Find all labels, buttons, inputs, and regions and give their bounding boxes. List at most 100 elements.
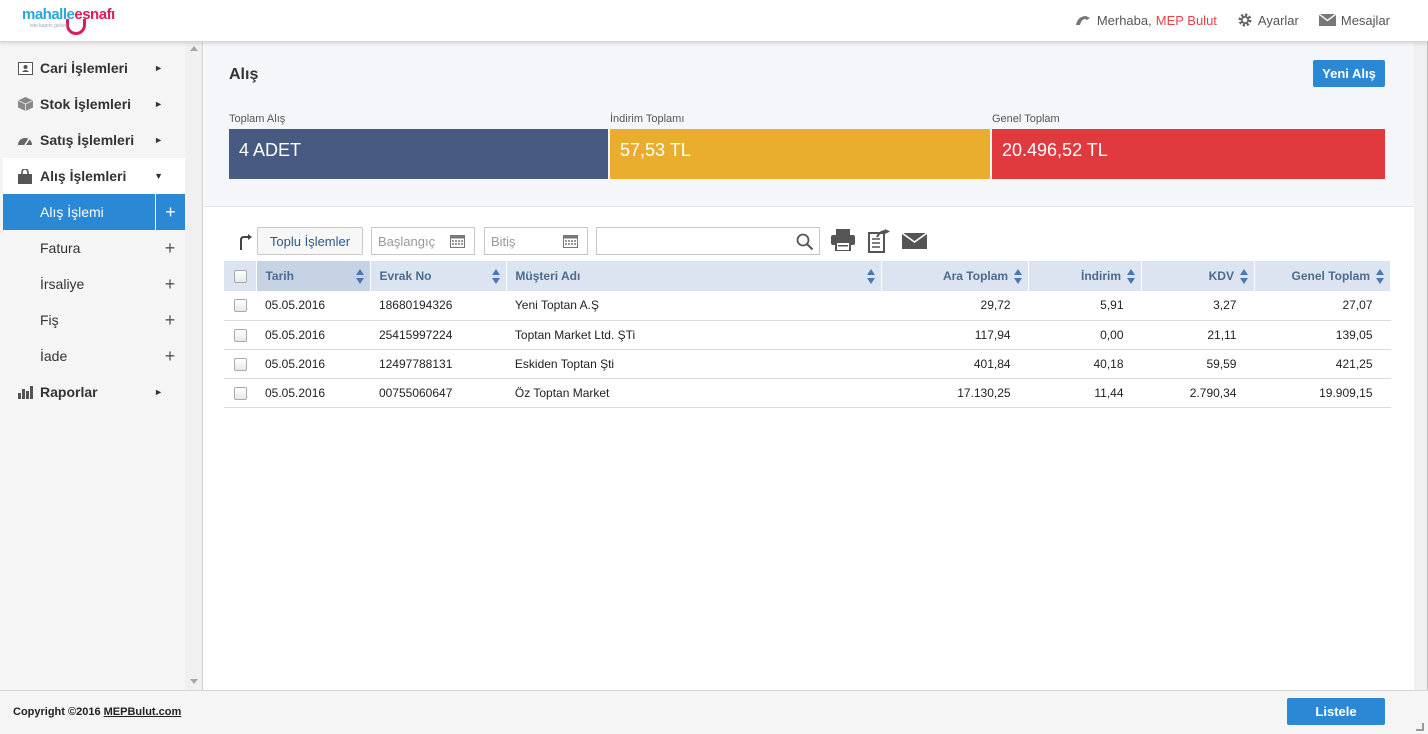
add-icon[interactable]: + — [155, 230, 185, 266]
sidebar-subitem-irsaliye[interactable]: İrsaliye + — [3, 266, 185, 302]
sidebar-subitem-fis[interactable]: Fiş + — [3, 302, 185, 338]
sidebar-item-label: Raporlar — [40, 384, 98, 400]
column-header-subtotal[interactable]: Ara Toplam — [881, 261, 1030, 291]
greeting-text: Merhaba, — [1096, 12, 1152, 28]
summary-panel: Alış Yeni Alış Toplam Alış 4 ADET İndiri… — [204, 42, 1414, 207]
row-checkbox[interactable] — [233, 386, 247, 400]
resize-grip-icon[interactable] — [1416, 723, 1424, 731]
list-button[interactable]: Listele — [1287, 698, 1385, 725]
company-link[interactable]: MEPBulut.com — [104, 706, 182, 718]
select-all-checkbox[interactable] — [233, 270, 247, 284]
row-checkbox[interactable] — [233, 299, 247, 313]
stat-value: 20.496,52 TL — [992, 129, 1385, 179]
brand-logo[interactable]: mahalleesnafı iste kapını gelsin — [22, 6, 122, 36]
settings-link[interactable]: Ayarlar — [1237, 12, 1299, 28]
sidebar-subitem-alis-islemi[interactable]: Alış İşlemi + — [3, 194, 185, 230]
column-label: KDV — [1208, 269, 1234, 283]
table-row[interactable]: 05.05.2016 25415997224 Toptan Market Ltd… — [224, 320, 1391, 350]
chevron-down-icon: ▼ — [154, 171, 163, 181]
sort-icon[interactable] — [1376, 269, 1384, 285]
cell-customer: Öz Toptan Market — [506, 378, 882, 408]
sidebar-item-label: Alış İşlemleri — [40, 168, 127, 184]
export-icon[interactable] — [868, 229, 890, 253]
purchases-table: Tarih Evrak No Müşteri Adı Ara Toplam İn… — [224, 261, 1392, 408]
shopping-bag-icon — [17, 168, 33, 184]
add-icon[interactable]: + — [155, 302, 185, 338]
stat-value: 4 ADET — [229, 129, 608, 179]
sidebar-subitem-label: Alış İşlemi — [40, 204, 104, 220]
user-name: MEP Bulut — [1155, 12, 1217, 28]
copyright-label: Copyright ©2016 — [13, 706, 101, 718]
calendar-icon[interactable] — [563, 234, 578, 248]
sidebar-subitem-label: İrsaliye — [40, 276, 85, 292]
new-purchase-button[interactable]: Yeni Alış — [1313, 60, 1385, 87]
add-icon[interactable]: + — [155, 338, 185, 374]
row-checkbox[interactable] — [233, 357, 247, 371]
chevron-right-icon: ► — [154, 63, 163, 73]
user-hand-icon — [1075, 16, 1090, 25]
sidebar-scrollbar[interactable] — [185, 42, 202, 690]
cell-grand-total: 19.909,15 — [1254, 378, 1391, 408]
row-checkbox[interactable] — [233, 328, 247, 342]
return-arrow-icon[interactable] — [238, 234, 252, 250]
column-header-date[interactable]: Tarih — [256, 261, 372, 291]
stat-label: Toplam Alış — [229, 113, 286, 125]
sidebar-item-label: Cari İşlemleri — [40, 60, 128, 76]
cell-customer: Yeni Toptan A.Ş — [506, 291, 882, 321]
messages-link[interactable]: Mesajlar — [1318, 12, 1390, 28]
scroll-down-icon[interactable] — [190, 679, 198, 684]
messages-label: Mesajlar — [1340, 12, 1390, 28]
cell-subtotal: 401,84 — [881, 349, 1029, 379]
row-checkbox-cell — [224, 291, 257, 321]
table-header-row: Tarih Evrak No Müşteri Adı Ara Toplam İn… — [224, 261, 1392, 291]
column-header-customer[interactable]: Müşteri Adı — [506, 261, 883, 291]
cell-subtotal: 17.130,25 — [881, 378, 1029, 408]
search-input[interactable] — [596, 227, 820, 255]
print-icon[interactable] — [831, 229, 855, 251]
sort-icon[interactable] — [1014, 269, 1023, 285]
sidebar-item-cari[interactable]: Cari İşlemleri ► — [3, 50, 185, 86]
sort-icon[interactable] — [867, 269, 876, 285]
sort-icon[interactable] — [1239, 269, 1248, 285]
column-header-grand-total[interactable]: Genel Toplam — [1254, 261, 1392, 291]
add-icon[interactable]: + — [155, 266, 185, 302]
column-label: Tarih — [265, 269, 294, 283]
cell-vat: 3,27 — [1141, 291, 1255, 321]
cell-document-no: 00755060647 — [370, 378, 507, 408]
sidebar-item-raporlar[interactable]: Raporlar ► — [3, 374, 185, 410]
envelope-icon — [1318, 14, 1336, 26]
table-row[interactable]: 05.05.2016 00755060647 Öz Toptan Market … — [224, 378, 1391, 408]
sort-icon[interactable] — [1127, 269, 1136, 285]
add-icon[interactable]: + — [155, 194, 185, 230]
table-row[interactable]: 05.05.2016 12497788131 Eskiden Toptan Şt… — [224, 349, 1391, 379]
sidebar-subitem-fatura[interactable]: Fatura + — [3, 230, 185, 266]
sidebar-item-alis[interactable]: Alış İşlemleri ▼ — [3, 158, 185, 194]
table-row[interactable]: 05.05.2016 18680194326 Yeni Toptan A.Ş 2… — [224, 291, 1391, 321]
column-header-discount[interactable]: İndirim — [1028, 261, 1143, 291]
user-greeting[interactable]: Merhaba, MEP Bulut — [1074, 13, 1217, 28]
page-title: Alış — [229, 66, 259, 83]
scroll-up-icon[interactable] — [190, 46, 198, 51]
cell-subtotal: 117,94 — [881, 320, 1029, 350]
column-header-vat[interactable]: KDV — [1141, 261, 1255, 291]
sidebar-subitem-iade[interactable]: İade + — [3, 338, 185, 374]
cell-document-no: 25415997224 — [370, 320, 507, 350]
cell-vat: 59,59 — [1141, 349, 1255, 379]
box-icon — [17, 96, 33, 112]
column-header-document-no[interactable]: Evrak No — [370, 261, 508, 291]
sidebar-item-satis[interactable]: Satış İşlemleri ► — [3, 122, 185, 158]
search-icon[interactable] — [796, 233, 814, 251]
sidebar-item-stok[interactable]: Stok İşlemleri ► — [3, 86, 185, 122]
cell-discount: 0,00 — [1028, 320, 1142, 350]
sort-icon[interactable] — [492, 269, 501, 285]
sidebar-subitem-label: Fatura — [40, 240, 81, 256]
cell-discount: 11,44 — [1028, 378, 1142, 408]
main-scrollbar[interactable] — [1414, 42, 1427, 690]
bulk-actions-button[interactable]: Toplu İşlemler — [257, 227, 363, 255]
stat-total-purchases: Toplam Alış 4 ADET — [229, 113, 608, 179]
email-icon[interactable] — [902, 233, 927, 249]
sidebar-menu: Cari İşlemleri ► Stok İşlemleri ► Satış … — [3, 50, 185, 410]
sort-icon[interactable] — [356, 269, 365, 285]
gear-icon — [1238, 13, 1252, 27]
calendar-icon[interactable] — [450, 234, 465, 248]
